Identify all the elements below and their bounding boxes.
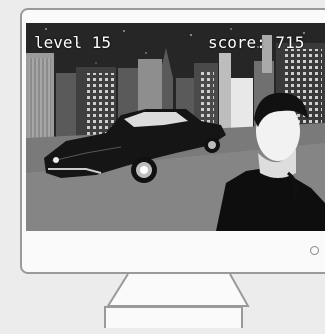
level-indicator: level 15 <box>34 33 112 52</box>
score-display: score: 715 <box>208 33 305 52</box>
game-screen[interactable]: level 15 score: 715 <box>26 23 325 231</box>
power-led-icon[interactable] <box>310 246 319 255</box>
monitor-base <box>104 306 243 328</box>
game-scene <box>26 23 325 231</box>
